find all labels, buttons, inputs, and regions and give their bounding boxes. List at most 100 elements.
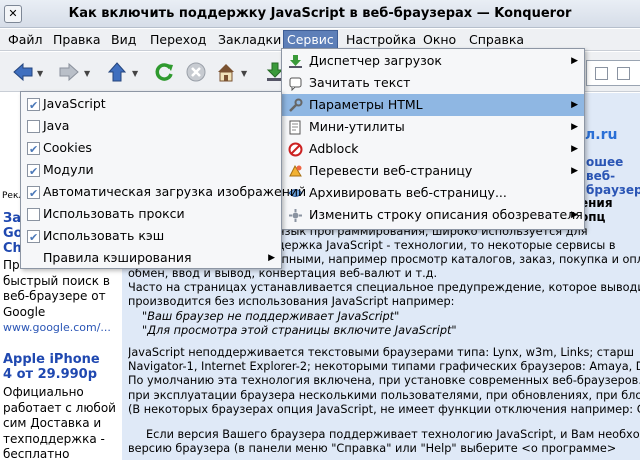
- submenu-arrow-icon: ▶: [571, 100, 578, 110]
- toolbar-checkbox-1[interactable]: [595, 67, 608, 80]
- html-settings-menu: JavaScript Java Cookies Модули Автоматич…: [20, 91, 306, 269]
- menu-help[interactable]: Справка: [466, 32, 527, 47]
- option-label: JavaScript: [43, 96, 106, 111]
- menu-item-user-agent[interactable]: Изменить строку описания обозревателя ▶: [282, 204, 584, 226]
- option-plugins[interactable]: Модули: [21, 159, 281, 183]
- menu-window[interactable]: Окно: [420, 32, 459, 47]
- text-line: JavaScript неподдерживается текстовыми б…: [128, 346, 635, 359]
- toolbar-checkbox-2[interactable]: [617, 67, 630, 80]
- submenu-arrow-icon: ▶: [571, 122, 578, 132]
- plugins-checkbox[interactable]: [27, 161, 40, 183]
- menu-item-label: Изменить строку описания обозревателя: [309, 207, 583, 222]
- stop-icon[interactable]: [185, 61, 207, 83]
- submenu-arrow-icon: ▶: [571, 56, 578, 66]
- adblock-icon: [288, 142, 303, 157]
- option-label: Использовать кэш: [43, 228, 165, 243]
- forward-icon[interactable]: [58, 61, 80, 83]
- menu-item-speak-text[interactable]: Зачитать текст: [282, 72, 584, 94]
- forward-dropdown-icon[interactable]: ▼: [84, 69, 90, 78]
- option-label: Java: [43, 118, 70, 133]
- java-checkbox[interactable]: [27, 120, 40, 133]
- back-dropdown-icon[interactable]: ▼: [37, 69, 43, 78]
- window-title: Как включить поддержку JavaScript в веб-…: [68, 6, 572, 21]
- quote-line: "Для просмотра этой страницы включите Ja…: [142, 323, 457, 337]
- translate-icon: [288, 164, 303, 179]
- option-label: Правила кэширования: [43, 250, 192, 265]
- menu-item-html-settings[interactable]: Параметры HTML ▶: [282, 94, 584, 116]
- option-use-cache[interactable]: Использовать кэш: [21, 225, 281, 249]
- option-java[interactable]: Java: [21, 115, 281, 137]
- menu-bookmarks[interactable]: Закладки: [215, 32, 284, 47]
- menu-item-label: Зачитать текст: [309, 75, 411, 90]
- menu-file[interactable]: Файл: [5, 32, 46, 47]
- ad2-title-line[interactable]: 4 от 29.990р: [3, 367, 100, 382]
- title-bar[interactable]: ✕ Как включить поддержку JavaScript в ве…: [0, 0, 640, 28]
- quote-line: "Ваш браузер не поддерживает JavaScript": [142, 309, 400, 323]
- paragraph-2: JavaScript неподдерживается текстовыми б…: [128, 346, 640, 417]
- text-line: оддержка JavaScript - технологии, то нек…: [262, 239, 616, 253]
- ad1-url[interactable]: www.google.com/...: [3, 321, 111, 334]
- speech-icon: [288, 76, 303, 92]
- menu-item-label: Adblock: [309, 141, 359, 156]
- ad2-text: Официально работает с любой сим Доставка…: [3, 385, 116, 460]
- option-label: Автоматическая загрузка изображений: [43, 184, 307, 199]
- option-use-proxy[interactable]: Использовать прокси: [21, 203, 281, 225]
- menu-item-translate[interactable]: Перевести веб-страницу ▶: [282, 160, 584, 182]
- ad1-text-line: веб-браузере от: [3, 289, 106, 303]
- cookies-checkbox[interactable]: [27, 139, 40, 161]
- menu-item-adblock[interactable]: Adblock ▶: [282, 138, 584, 160]
- ad2-text-line: Официально: [3, 385, 84, 399]
- option-javascript[interactable]: JavaScript: [21, 93, 281, 117]
- auto-load-images-checkbox[interactable]: [27, 183, 40, 205]
- home-icon[interactable]: [215, 61, 237, 83]
- text-line: обмен, ввод и вывод, конвертация веб-вал…: [128, 267, 438, 280]
- nav-link-2[interactable]: веб-браузер: [586, 169, 640, 197]
- option-label: Модули: [43, 162, 94, 177]
- download-manager-icon: [288, 54, 303, 69]
- location-bar-partial[interactable]: [586, 60, 640, 86]
- use-cache-checkbox[interactable]: [27, 227, 40, 249]
- ad2-text-line: работает с любой: [3, 400, 116, 415]
- text-line: производится без использования JavaScrip…: [128, 295, 455, 309]
- back-icon[interactable]: [12, 61, 34, 83]
- option-auto-load-images[interactable]: Автоматическая загрузка изображений: [21, 181, 306, 205]
- menu-item-label: Перевести веб-страницу: [309, 163, 473, 178]
- option-cookies[interactable]: Cookies: [21, 137, 281, 161]
- ad2-text-line: сим Доставка и: [3, 416, 102, 430]
- home-dropdown-icon[interactable]: ▼: [241, 69, 247, 78]
- text-line: (В некоторых браузерах опция JavaScript,…: [128, 402, 640, 416]
- section-heading: ения опц: [580, 196, 613, 224]
- up-dropdown-icon[interactable]: ▼: [132, 69, 138, 78]
- menu-item-label: Мини-утилиты: [309, 119, 405, 134]
- applets-icon: [288, 120, 303, 135]
- submenu-arrow-icon: ▶: [571, 144, 578, 154]
- submenu-arrow-icon: ▶: [571, 166, 578, 176]
- ad2-title[interactable]: Apple iPhone 4 от 29.990р: [3, 352, 100, 382]
- reload-icon[interactable]: [153, 61, 175, 83]
- wrench-icon: [288, 98, 303, 113]
- menu-view[interactable]: Вид: [108, 32, 139, 47]
- site-logo-fragment[interactable]: л.ru: [585, 127, 617, 143]
- option-cache-policy[interactable]: Правила кэширования ▶: [21, 247, 281, 269]
- use-proxy-checkbox[interactable]: [27, 208, 40, 221]
- menu-item-label: Параметры HTML: [309, 97, 423, 112]
- text-line: Если версия Вашего браузера поддерживает…: [146, 428, 640, 441]
- menu-go[interactable]: Переход: [147, 32, 209, 47]
- nav-link-1[interactable]: ошее: [586, 155, 623, 169]
- menu-item-download-manager[interactable]: Диспетчер загрузок ▶: [282, 50, 584, 72]
- tools-menu: Диспетчер загрузок ▶ Зачитать текст Пара…: [281, 48, 585, 230]
- menu-item-archive[interactable]: Архивировать веб-страницу...: [282, 182, 584, 204]
- text-line: ступными, например просмотр каталогов, з…: [262, 253, 640, 267]
- up-icon[interactable]: [106, 61, 128, 83]
- menu-tools[interactable]: Сервис: [283, 30, 338, 50]
- ad1-text-line: Google: [3, 304, 46, 319]
- ad2-text-line: бесплатно: [3, 447, 70, 460]
- paragraph-1-cont: обмен, ввод и вывод, конвертация веб-вал…: [128, 267, 640, 338]
- menu-settings[interactable]: Настройка: [343, 32, 419, 47]
- javascript-checkbox[interactable]: [27, 95, 40, 117]
- text-line: версию браузера (в панели меню "Справка"…: [128, 442, 617, 456]
- text-line: при эксплуатации браузера несколькими по…: [128, 388, 640, 402]
- menu-edit[interactable]: Правка: [50, 32, 104, 47]
- menu-item-mini-tools[interactable]: Мини-утилиты ▶: [282, 116, 584, 138]
- ad2-title-line[interactable]: Apple iPhone: [3, 352, 100, 367]
